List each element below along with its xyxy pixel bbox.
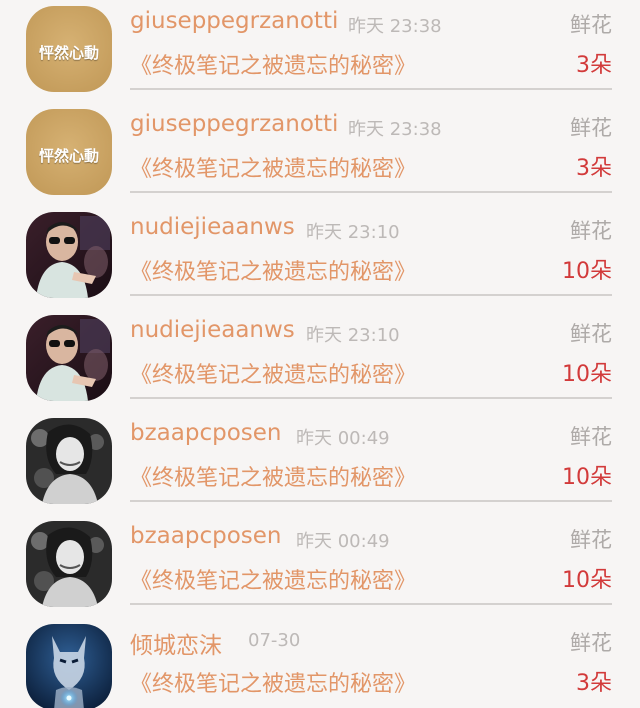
gift-record-row[interactable]: nudiejieaanws 昨天 23:10 鲜花 《终极笔记之被遗忘的秘密》 …	[0, 206, 640, 309]
gift-count: 10朵	[562, 465, 612, 490]
gift-count: 10朵	[562, 362, 612, 387]
gift-count: 10朵	[562, 568, 612, 593]
avatar[interactable]	[26, 521, 112, 607]
avatar[interactable]: 怦然心動	[26, 6, 112, 92]
timestamp: 昨天 23:10	[306, 325, 400, 346]
man-sunglasses-avatar-image	[26, 212, 112, 298]
gift-record-row[interactable]: bzaapcposen 昨天 00:49 鲜花 《终极笔记之被遗忘的秘密》 10…	[0, 412, 640, 515]
gift-count: 3朵	[576, 53, 612, 78]
gift-record-row[interactable]: 倾城恋沫 07-30 鲜花 《终极笔记之被遗忘的秘密》 3朵	[0, 618, 640, 708]
divider	[130, 294, 612, 296]
avatar[interactable]: 怦然心動	[26, 109, 112, 195]
timestamp: 昨天 00:49	[296, 531, 390, 552]
avatar[interactable]	[26, 418, 112, 504]
avatar[interactable]	[26, 624, 112, 708]
book-title[interactable]: 《终极笔记之被遗忘的秘密》	[130, 48, 416, 80]
gift-type: 鲜花	[570, 116, 612, 140]
gift-record-row[interactable]: nudiejieaanws 昨天 23:10 鲜花 《终极笔记之被遗忘的秘密》 …	[0, 309, 640, 412]
man-sunglasses-avatar-image	[26, 315, 112, 401]
gift-count: 3朵	[576, 156, 612, 181]
gift-record-list: 怦然心動 giuseppegrzanotti 昨天 23:38 鲜花 《终极笔记…	[0, 0, 640, 708]
gift-type: 鲜花	[570, 219, 612, 243]
book-title[interactable]: 《终极笔记之被遗忘的秘密》	[130, 563, 416, 595]
gift-record-row[interactable]: 怦然心動 giuseppegrzanotti 昨天 23:38 鲜花 《终极笔记…	[0, 103, 640, 206]
woman-bw-avatar-image	[26, 521, 112, 607]
wolf-avatar-image	[26, 624, 112, 708]
username[interactable]: giuseppegrzanotti	[130, 111, 338, 137]
book-title[interactable]: 《终极笔记之被遗忘的秘密》	[130, 357, 416, 389]
username[interactable]: bzaapcposen	[130, 523, 282, 549]
divider	[130, 500, 612, 502]
book-title[interactable]: 《终极笔记之被遗忘的秘密》	[130, 254, 416, 286]
timestamp: 07-30	[248, 630, 301, 651]
gift-record-row[interactable]: 怦然心動 giuseppegrzanotti 昨天 23:38 鲜花 《终极笔记…	[0, 0, 640, 103]
avatar[interactable]	[26, 315, 112, 401]
gift-type: 鲜花	[570, 528, 612, 552]
timestamp: 昨天 23:38	[348, 16, 442, 37]
divider	[130, 88, 612, 90]
gift-type: 鲜花	[570, 13, 612, 37]
username[interactable]: giuseppegrzanotti	[130, 8, 338, 34]
divider	[130, 397, 612, 399]
divider	[130, 603, 612, 605]
gift-count: 10朵	[562, 259, 612, 284]
gift-count: 3朵	[576, 671, 612, 696]
avatar-calligraphy-text: 怦然心動	[38, 44, 99, 62]
gift-record-row[interactable]: bzaapcposen 昨天 00:49 鲜花 《终极笔记之被遗忘的秘密》 10…	[0, 515, 640, 618]
avatar[interactable]	[26, 212, 112, 298]
gift-type: 鲜花	[570, 425, 612, 449]
username[interactable]: 倾城恋沫	[130, 626, 222, 660]
book-title[interactable]: 《终极笔记之被遗忘的秘密》	[130, 460, 416, 492]
timestamp: 昨天 23:38	[348, 119, 442, 140]
gift-type: 鲜花	[570, 631, 612, 655]
divider	[130, 191, 612, 193]
avatar-calligraphy-text: 怦然心動	[38, 147, 99, 165]
username[interactable]: bzaapcposen	[130, 420, 282, 446]
timestamp: 昨天 00:49	[296, 428, 390, 449]
book-title[interactable]: 《终极笔记之被遗忘的秘密》	[130, 151, 416, 183]
woman-bw-avatar-image	[26, 418, 112, 504]
timestamp: 昨天 23:10	[306, 222, 400, 243]
gift-type: 鲜花	[570, 322, 612, 346]
book-title[interactable]: 《终极笔记之被遗忘的秘密》	[130, 666, 416, 698]
username[interactable]: nudiejieaanws	[130, 214, 295, 240]
username[interactable]: nudiejieaanws	[130, 317, 295, 343]
